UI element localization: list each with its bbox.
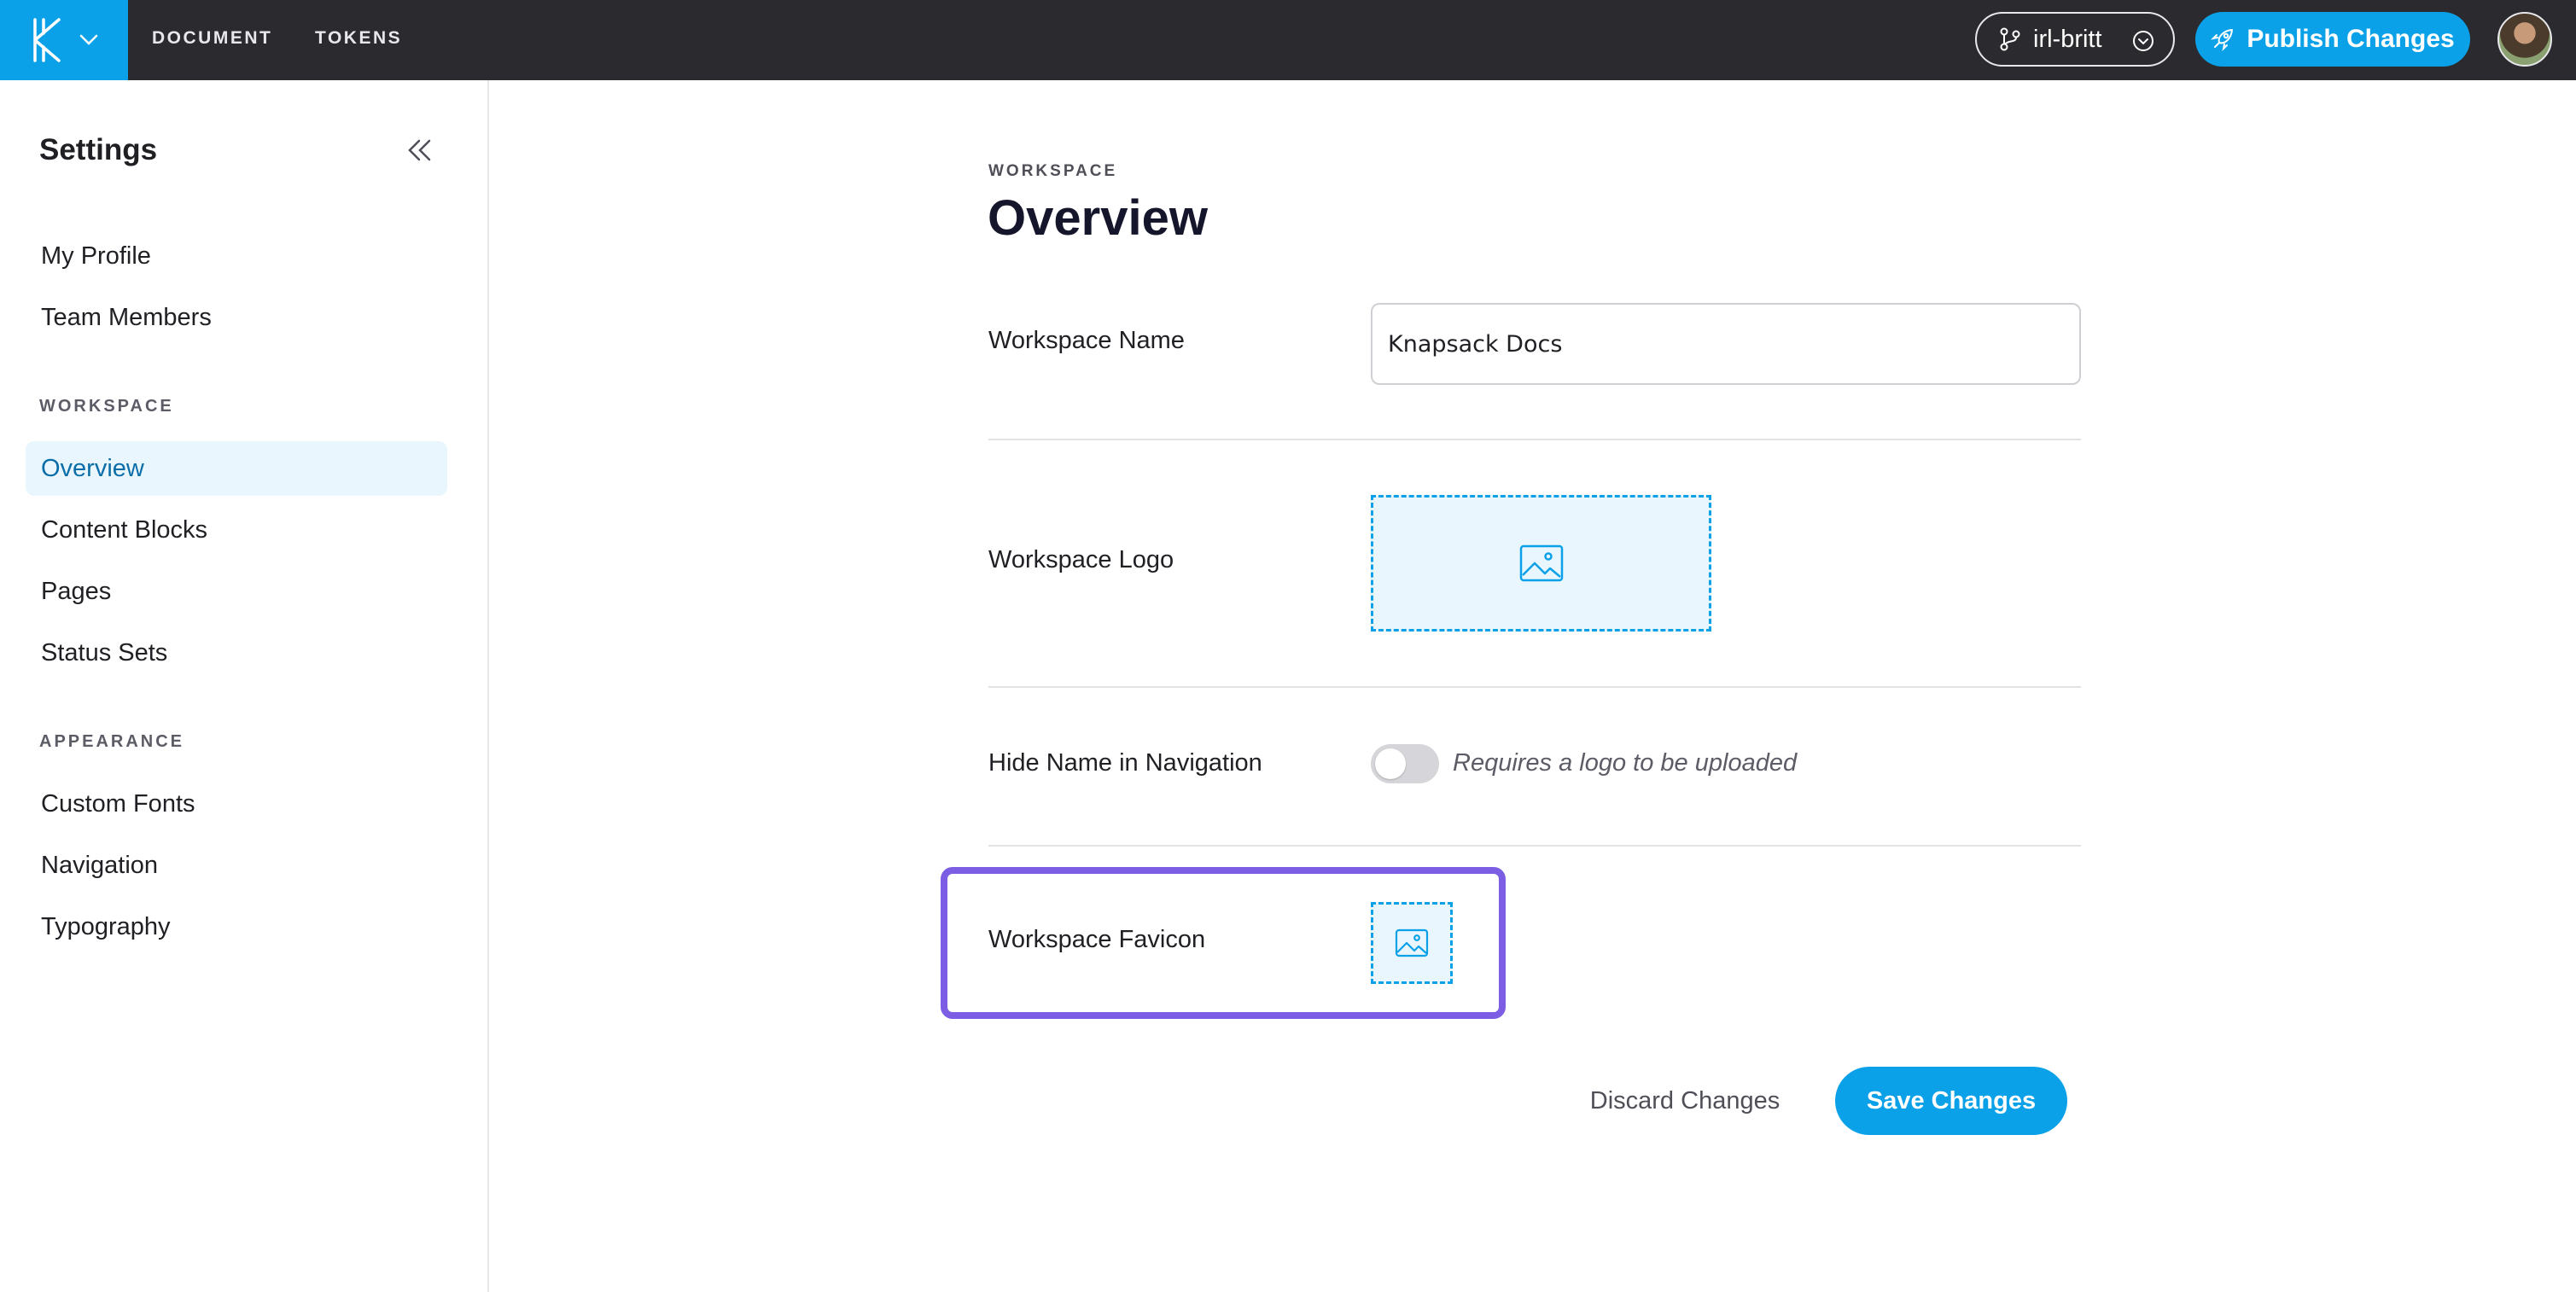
sidebar-item-label: Navigation bbox=[41, 851, 159, 879]
workspace-favicon-label: Workspace Favicon bbox=[988, 926, 1206, 953]
page-eyebrow: WORKSPACE bbox=[988, 162, 1118, 180]
sidebar-item-label: Status Sets bbox=[41, 638, 168, 666]
sidebar-item-content-blocks[interactable]: Content Blocks bbox=[26, 503, 447, 557]
workspace-logo-label: Workspace Logo bbox=[988, 546, 1174, 573]
settings-sidebar: Settings My Profile Team Members WORKSPA… bbox=[0, 80, 489, 1292]
top-bar: DOCUMENT TOKENS irl-britt Publish Change… bbox=[0, 0, 2576, 80]
sidebar-item-my-profile[interactable]: My Profile bbox=[26, 229, 447, 283]
discard-changes-button[interactable]: Discard Changes bbox=[1574, 1067, 1796, 1135]
publish-changes-label: Publish Changes bbox=[2247, 25, 2455, 53]
sidebar-item-pages[interactable]: Pages bbox=[26, 564, 447, 619]
sidebar-item-overview[interactable]: Overview bbox=[26, 441, 447, 496]
sidebar-item-label: Pages bbox=[41, 577, 112, 605]
sidebar-item-custom-fonts[interactable]: Custom Fonts bbox=[26, 777, 447, 831]
workspace-name-input[interactable] bbox=[1371, 303, 2081, 385]
sidebar-item-typography[interactable]: Typography bbox=[26, 899, 447, 954]
chevron-down-icon bbox=[79, 34, 98, 45]
sidebar-item-label: Content Blocks bbox=[41, 515, 208, 544]
chevron-circle-down-icon bbox=[2133, 31, 2153, 51]
sidebar-item-label: Team Members bbox=[41, 303, 212, 331]
page-title: Overview bbox=[988, 190, 1208, 246]
save-changes-button[interactable]: Save Changes bbox=[1835, 1067, 2067, 1135]
rocket-icon bbox=[2211, 29, 2234, 51]
nav-link-document[interactable]: DOCUMENT bbox=[152, 28, 272, 49]
sidebar-title: Settings bbox=[39, 133, 158, 166]
sidebar-item-label: Typography bbox=[41, 912, 171, 940]
toggle-knob bbox=[1375, 748, 1406, 779]
sidebar-section-appearance: APPEARANCE bbox=[39, 732, 185, 751]
double-chevron-left-icon bbox=[408, 139, 431, 161]
publish-changes-button[interactable]: Publish Changes bbox=[2195, 12, 2470, 67]
workspace-name-label: Workspace Name bbox=[988, 327, 1185, 354]
nav-link-tokens[interactable]: TOKENS bbox=[315, 28, 402, 49]
sidebar-item-status-sets[interactable]: Status Sets bbox=[26, 626, 447, 680]
workspace-favicon-upload[interactable] bbox=[1371, 902, 1453, 984]
git-branch-icon bbox=[2000, 27, 2020, 51]
hide-name-hint: Requires a logo to be uploaded bbox=[1453, 749, 1798, 777]
image-icon bbox=[1395, 928, 1429, 957]
row-divider bbox=[988, 845, 2081, 847]
hide-name-label: Hide Name in Navigation bbox=[988, 749, 1262, 777]
app-logo-menu-button[interactable] bbox=[0, 0, 128, 80]
sidebar-item-label: My Profile bbox=[41, 242, 151, 270]
branch-selector-button[interactable]: irl-britt bbox=[1975, 12, 2175, 67]
user-avatar[interactable] bbox=[2497, 12, 2552, 67]
collapse-sidebar-button[interactable] bbox=[403, 133, 437, 167]
row-divider bbox=[988, 686, 2081, 688]
branch-name: irl-britt bbox=[2033, 25, 2102, 53]
sidebar-item-label: Overview bbox=[41, 454, 144, 482]
sidebar-item-label: Custom Fonts bbox=[41, 789, 195, 818]
row-divider bbox=[988, 439, 2081, 440]
sidebar-item-navigation[interactable]: Navigation bbox=[26, 838, 447, 893]
sidebar-item-team-members[interactable]: Team Members bbox=[26, 290, 447, 345]
image-icon bbox=[1519, 544, 1563, 582]
hide-name-toggle[interactable] bbox=[1371, 744, 1439, 783]
workspace-logo-upload[interactable] bbox=[1371, 495, 1711, 631]
sidebar-section-workspace: WORKSPACE bbox=[39, 397, 174, 416]
knapsack-logo-icon bbox=[33, 18, 61, 62]
